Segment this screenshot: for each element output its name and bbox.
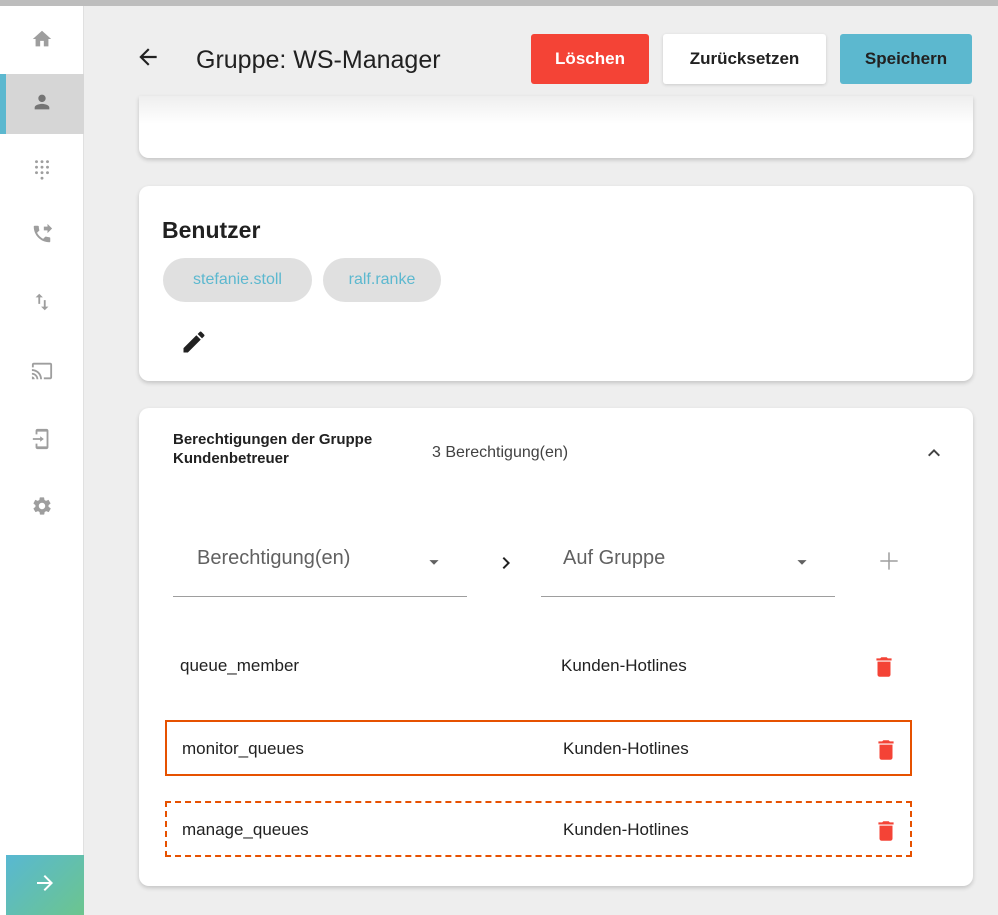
trash-icon: [873, 821, 899, 849]
sidebar-expand-button[interactable]: [6, 855, 84, 915]
sidebar-item-users[interactable]: [0, 74, 84, 134]
sidebar-item-call-forward[interactable]: [0, 206, 84, 266]
person-icon: [31, 91, 53, 118]
permission-name: monitor_queues: [182, 739, 304, 758]
gear-icon: [31, 495, 53, 522]
delete-button[interactable]: Löschen: [531, 34, 649, 84]
users-title: Benutzer: [162, 217, 261, 243]
permissions-card: Berechtigungen der Gruppe Kundenbetreuer…: [139, 408, 973, 886]
permission-group: Kunden-Hotlines: [563, 820, 689, 839]
reset-button[interactable]: Zurücksetzen: [663, 34, 826, 84]
group-select[interactable]: Auf Gruppe: [541, 531, 835, 597]
user-chip[interactable]: ralf.ranke: [323, 258, 441, 302]
device-login-icon: [31, 428, 53, 455]
trash-icon: [873, 740, 899, 768]
sidebar: [0, 6, 84, 915]
delete-permission-button[interactable]: [873, 736, 899, 764]
sidebar-item-settings[interactable]: [0, 478, 84, 538]
sidebar-item-home[interactable]: [0, 11, 84, 71]
cast-icon: [31, 360, 53, 387]
permission-group: Kunden-Hotlines: [561, 656, 687, 675]
back-button[interactable]: [134, 44, 162, 74]
chevron-right-icon: [494, 551, 518, 575]
collapse-permissions-button[interactable]: [919, 440, 949, 470]
chevron-up-icon: [922, 441, 946, 470]
permissions-count: 3 Berechtigung(en): [432, 444, 569, 461]
top-border: [0, 0, 998, 6]
plus-icon: [876, 552, 902, 578]
page-title: Gruppe: WS-Manager: [196, 46, 441, 74]
group-select-placeholder: Auf Gruppe: [563, 547, 666, 569]
arrow-right-icon: [33, 871, 57, 900]
phone-forward-icon: [31, 223, 53, 250]
delete-permission-button[interactable]: [873, 817, 899, 845]
group-details-card: [139, 96, 973, 158]
sidebar-item-cast[interactable]: [0, 343, 84, 403]
permission-group: Kunden-Hotlines: [563, 739, 689, 758]
dropdown-arrow-icon: [791, 551, 813, 573]
edit-users-button[interactable]: [180, 328, 210, 358]
dialpad-icon: [31, 158, 53, 185]
permission-name: queue_member: [180, 656, 300, 675]
sidebar-item-transfers[interactable]: [0, 274, 84, 334]
permission-row: manage_queues Kunden-Hotlines: [165, 801, 912, 857]
permission-name: manage_queues: [182, 820, 309, 839]
trash-icon: [871, 657, 897, 685]
sidebar-item-dialpad[interactable]: [0, 141, 84, 201]
pencil-icon: [180, 331, 208, 360]
dropdown-arrow-icon: [423, 551, 445, 573]
permissions-title: Berechtigungen der Gruppe Kundenbetreuer: [173, 431, 373, 467]
swap-vert-icon: [31, 291, 53, 318]
add-permission-button[interactable]: [876, 548, 902, 574]
permission-select[interactable]: Berechtigung(en): [173, 531, 467, 597]
home-icon: [31, 28, 53, 55]
user-chip[interactable]: stefanie.stoll: [163, 258, 312, 302]
permission-select-placeholder: Berechtigung(en): [197, 547, 351, 569]
save-button[interactable]: Speichern: [840, 34, 972, 84]
permission-row: queue_member Kunden-Hotlines: [165, 639, 912, 695]
arrow-left-icon: [135, 44, 161, 75]
delete-permission-button[interactable]: [871, 653, 897, 681]
permission-row: monitor_queues Kunden-Hotlines: [165, 720, 912, 776]
users-card: Benutzer stefanie.stoll ralf.ranke: [139, 186, 973, 381]
sidebar-item-devices[interactable]: [0, 411, 84, 471]
